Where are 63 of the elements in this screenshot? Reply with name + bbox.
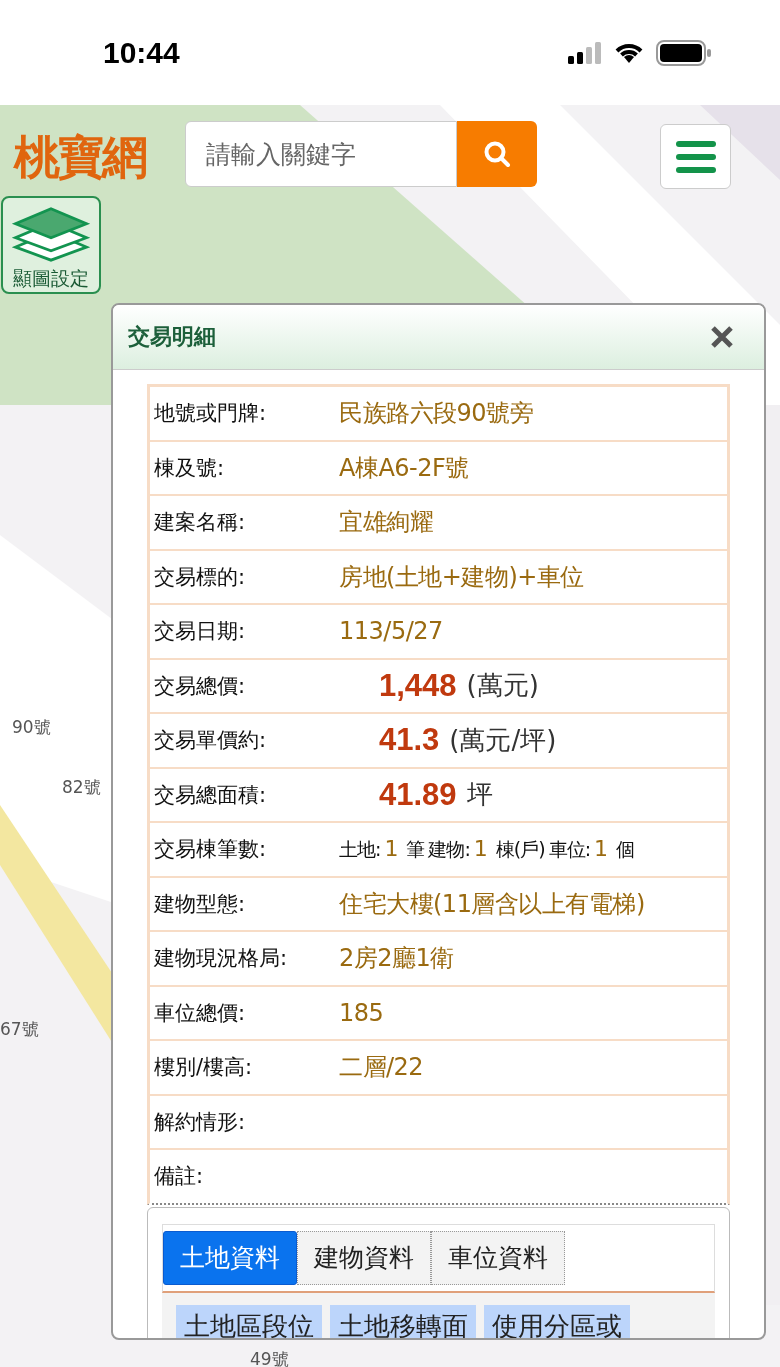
row-value: 113/5/27 bbox=[339, 617, 443, 646]
count-unit: 筆 bbox=[406, 836, 425, 862]
row-label: 建物型態: bbox=[154, 890, 247, 918]
row-value: A棟A6-2F號 bbox=[339, 452, 469, 484]
column-header: 土地區段位 bbox=[176, 1304, 322, 1338]
count-label: 車位: bbox=[548, 836, 591, 862]
count-value: 1 bbox=[384, 835, 399, 861]
tab[interactable]: 建物資料 bbox=[297, 1230, 431, 1285]
column-header: 使用分區或 bbox=[484, 1304, 630, 1338]
map-label: 67號 bbox=[0, 1018, 39, 1041]
row-label: 樓別/樓高: bbox=[154, 1054, 254, 1082]
layers-icon bbox=[11, 206, 91, 262]
battery-icon bbox=[656, 39, 712, 66]
row-label: 解約情形: bbox=[154, 1108, 247, 1136]
price-unit: (萬元) bbox=[466, 669, 539, 703]
row-label: 車位總價: bbox=[154, 999, 247, 1027]
count-value: 1 bbox=[473, 835, 488, 861]
row-label: 交易單價約: bbox=[154, 727, 268, 755]
search-button[interactable] bbox=[457, 121, 537, 187]
signal-icon bbox=[568, 41, 602, 64]
row-label: 備註: bbox=[154, 1163, 205, 1191]
tab[interactable]: 車位資料 bbox=[431, 1230, 565, 1285]
row-label: 交易棟筆數: bbox=[154, 836, 268, 864]
column-header: 土地移轉面 bbox=[330, 1304, 476, 1338]
count-value: 1 bbox=[594, 835, 609, 861]
map-label: 82號 bbox=[62, 776, 101, 799]
row-label: 交易日期: bbox=[154, 618, 247, 646]
count-unit: 個 bbox=[616, 836, 635, 862]
row-value: 二層/22 bbox=[339, 1052, 424, 1084]
close-icon bbox=[710, 325, 734, 349]
close-button[interactable] bbox=[710, 325, 734, 349]
search-field[interactable]: 請輸入關鍵字 bbox=[185, 121, 457, 187]
price-value: 1,448 bbox=[379, 667, 457, 704]
row-value: 2房2廳1衛 bbox=[339, 943, 454, 975]
price-unit: (萬元/坪) bbox=[449, 723, 557, 757]
row-label: 建物現況格局: bbox=[154, 945, 289, 973]
count-unit: 棟(戶) bbox=[495, 836, 545, 862]
price-value: 41.3 bbox=[379, 722, 440, 759]
row-label: 交易總價: bbox=[154, 672, 247, 700]
row-label: 交易總面積: bbox=[154, 781, 268, 809]
count-label: 土地: bbox=[339, 836, 381, 862]
layer-settings-button[interactable]: 顯圖設定 bbox=[1, 196, 101, 294]
dialog-title: 交易明細 bbox=[128, 323, 216, 351]
row-label: 棟及號: bbox=[154, 454, 226, 482]
row-label: 交易標的: bbox=[154, 563, 247, 591]
status-time: 10:44 bbox=[103, 35, 180, 70]
map-label: 49號 bbox=[250, 1348, 289, 1367]
search-icon bbox=[482, 139, 512, 169]
row-label: 建案名稱: bbox=[154, 509, 247, 537]
row-value: 住宅大樓(11層含以上有電梯) bbox=[339, 888, 645, 920]
menu-button[interactable] bbox=[660, 124, 731, 189]
row-value: 房地(土地+建物)+車位 bbox=[339, 561, 584, 593]
row-label: 地號或門牌: bbox=[154, 400, 268, 428]
price-value: 41.89 bbox=[379, 776, 457, 813]
row-value: 宜雄絢耀 bbox=[339, 507, 433, 539]
menu-icon bbox=[675, 140, 716, 173]
count-label: 建物: bbox=[428, 836, 470, 862]
wifi-icon bbox=[614, 41, 644, 64]
map-label: 90號 bbox=[12, 716, 51, 739]
row-value: 民族路六段90號旁 bbox=[339, 398, 534, 430]
price-unit: 坪 bbox=[466, 778, 493, 812]
row-value: 185 bbox=[339, 998, 384, 1027]
tab[interactable]: 土地資料 bbox=[163, 1230, 297, 1285]
